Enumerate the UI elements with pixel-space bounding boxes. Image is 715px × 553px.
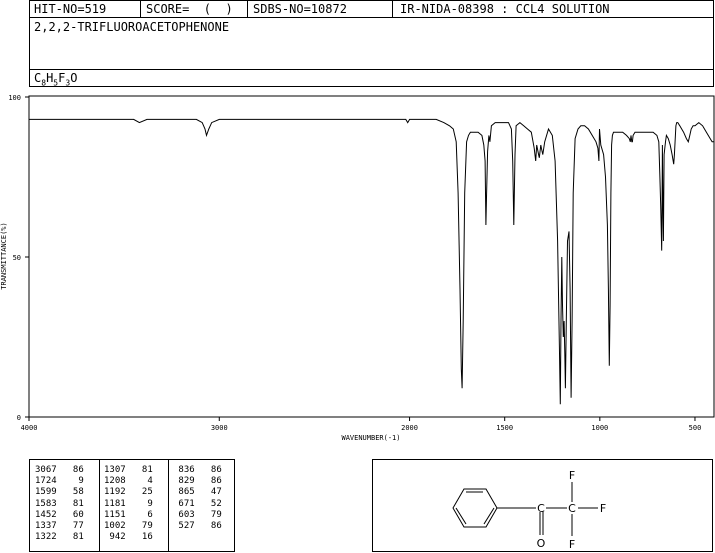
x-tick-label: 3000 [211,424,228,432]
peak-row: 1452 60 [35,509,84,520]
peak-column: 836 86 829 86 865 47 671 52 603 79 527 8… [173,465,222,532]
peak-row: 603 79 [173,509,222,520]
atom-c-cf3: C [568,502,576,515]
atom-c-carbonyl: C [537,502,545,515]
y-axis-label: TRANSMITTANCE(%) [0,222,8,289]
x-tick-label: 1500 [496,424,513,432]
atom-f-right: F [600,502,606,515]
peak-row: 1337 77 [35,521,84,532]
peak-row: 836 86 [173,465,222,475]
peak-row: 527 86 [173,521,222,532]
peak-table: 3067 86 1724 9 1599 58 1583 81 1452 60 1337 7… [29,459,235,552]
peak-row: 829 86 [173,476,222,487]
peak-row: 1192 25 [104,487,153,498]
y-tick-label: 50 [13,254,21,262]
x-tick-label: 500 [689,424,702,432]
peak-row: 1002 79 [104,521,153,532]
ir-spectrum-chart: 4000 3000 2000 1500 1000 500 0 50 100 WAVENUMBE… [0,94,715,442]
peak-column: 1307 81 1208 4 1192 25 1181 9 1151 6 1002 79 … [104,465,153,543]
peak-row: 1181 9 [104,498,153,509]
atom-f-bottom: F [569,538,575,551]
peak-row: 1307 81 [104,465,153,475]
peak-column: 3067 86 1724 9 1599 58 1583 81 1452 60 1337 7… [35,465,84,543]
peak-row: 1724 9 [35,476,84,487]
x-tick-label: 1000 [591,424,608,432]
x-axis-label: WAVENUMBER(-1) [341,434,400,442]
atom-o: O [537,537,546,550]
peak-row: 3067 86 [35,465,84,475]
atom-f-top: F [569,469,575,482]
peak-row: 1583 81 [35,498,84,509]
transmittance-series-line [29,118,714,405]
x-tick-label: 4000 [21,424,38,432]
peak-row: 1322 81 [35,532,84,543]
peak-row: 865 47 [173,487,222,498]
peak-row: 671 52 [173,498,222,509]
peak-row: 1208 4 [104,476,153,487]
molecule-structure: C C F F F O [452,469,606,551]
peak-row: 1599 58 [35,487,84,498]
benzene-ring [452,488,498,528]
x-tick-label: 2000 [401,424,418,432]
structure-box: C C F F F O [372,459,713,552]
peak-row: 1151 6 [104,509,153,520]
y-tick-label: 100 [8,94,21,102]
y-tick-label: 0 [17,414,21,422]
peak-row: 942 16 [104,532,153,543]
